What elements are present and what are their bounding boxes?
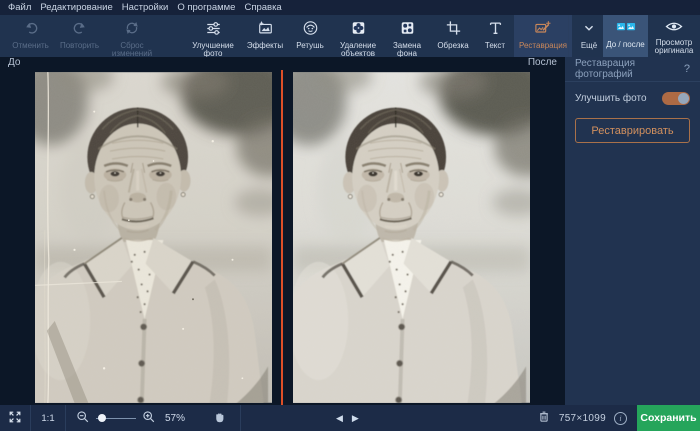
reset-icon <box>124 20 140 39</box>
history-group: Отменить Повторить Сброс изменений <box>0 15 160 58</box>
panel-header: Реставрация фотографий ? <box>565 57 700 82</box>
enhance-photo-label: Улучшить фото <box>575 92 647 104</box>
photo-before[interactable] <box>35 70 272 405</box>
before-after-divider[interactable] <box>281 70 283 405</box>
tool-text[interactable]: Текст <box>476 15 514 57</box>
tool-retouch-label: Ретушь <box>296 40 324 50</box>
before-after-icon <box>616 20 636 38</box>
prev-photo-button[interactable]: ◀ <box>336 413 343 424</box>
tool-restoration[interactable]: Реставрация <box>514 15 572 57</box>
canvas-area: До После <box>0 57 565 405</box>
undo-icon <box>23 20 39 39</box>
reset-changes-button[interactable]: Сброс изменений <box>104 15 160 58</box>
toolbar: Отменить Повторить Сброс изменений Улучш… <box>0 15 700 58</box>
undo-button[interactable]: Отменить <box>6 15 55 57</box>
crop-icon <box>445 20 462 39</box>
fit-to-screen-icon <box>8 410 22 427</box>
hand-tool-button[interactable] <box>204 405 234 431</box>
next-photo-button[interactable]: ▶ <box>352 413 359 424</box>
enhance-photo-row: Улучшить фото <box>565 82 700 114</box>
photo-navigation: ◀ ▶ <box>336 405 359 431</box>
restoration-icon <box>534 20 552 39</box>
save-button[interactable]: Сохранить <box>637 405 700 431</box>
photo-editor-window: Файл Редактирование Настройки О программ… <box>0 0 700 431</box>
view-original-label: Просмотр оригинала <box>654 37 694 55</box>
zoom-slider[interactable] <box>96 413 136 423</box>
enhance-photo-toggle[interactable] <box>662 91 690 105</box>
undo-label: Отменить <box>12 40 49 50</box>
statusbar-right: 757×1099 i <box>537 405 637 431</box>
eye-icon <box>665 20 683 36</box>
tool-object-removal[interactable]: Удаление объектов <box>332 15 384 58</box>
toggle-knob <box>678 92 689 104</box>
tool-background-replace-label: Замена фона <box>392 40 422 58</box>
hand-icon <box>213 410 226 427</box>
tool-effects-label: Эффекты <box>246 40 284 50</box>
photo-after[interactable] <box>293 70 530 405</box>
zoom-out-button[interactable] <box>76 410 90 427</box>
info-button[interactable]: i <box>614 411 627 425</box>
adjustments-icon <box>205 20 222 39</box>
help-button[interactable]: ? <box>684 63 690 75</box>
object-removal-icon <box>350 20 367 39</box>
zoom-in-button[interactable] <box>142 410 156 427</box>
tool-background-replace[interactable]: Замена фона <box>384 15 430 58</box>
menubar: Файл Редактирование Настройки О программ… <box>0 0 700 15</box>
tool-retouch[interactable]: Ретушь <box>288 15 332 57</box>
tool-crop-label: Обрезка <box>437 40 469 50</box>
zoom-slider-handle[interactable] <box>98 414 106 422</box>
tools-group: Улучшение фото Эффекты Ретушь Удаление о… <box>184 15 606 58</box>
actual-size-button[interactable]: 1:1 <box>31 405 65 431</box>
menu-item-help[interactable]: Справка <box>244 2 281 13</box>
background-replace-icon <box>399 20 416 39</box>
tool-enhance-photo[interactable]: Улучшение фото <box>184 15 242 58</box>
after-label: После <box>527 57 557 68</box>
menu-item-settings[interactable]: Настройки <box>122 2 169 13</box>
restoration-panel: Реставрация фотографий ? Улучшить фото Р… <box>565 57 700 405</box>
zoom-level: 57% <box>164 412 185 424</box>
redo-label: Повторить <box>59 40 100 50</box>
reset-changes-label: Сброс изменений <box>111 40 153 58</box>
view-original-button[interactable]: Просмотр оригинала <box>648 15 700 57</box>
statusbar-separator <box>240 405 241 431</box>
view-group: До / после Просмотр оригинала <box>568 15 700 57</box>
zoom-controls: 57% <box>66 410 198 427</box>
tool-text-label: Текст <box>484 40 506 50</box>
tool-enhance-photo-label: Улучшение фото <box>192 40 234 58</box>
delete-button[interactable] <box>537 409 551 427</box>
statusbar: 1:1 57% ◀ ▶ 757×1099 i Сохранить <box>0 405 700 431</box>
image-dimensions: 757×1099 <box>558 412 606 424</box>
effects-icon <box>257 20 274 39</box>
tool-object-removal-label: Удаление объектов <box>339 40 377 58</box>
menu-item-about[interactable]: О программе <box>177 2 235 13</box>
text-icon <box>487 20 504 39</box>
before-after-label: До / после <box>606 39 645 49</box>
redo-icon <box>72 20 88 39</box>
tool-restoration-label: Реставрация <box>519 40 567 50</box>
restore-button[interactable]: Реставрировать <box>575 118 690 143</box>
panel-title: Реставрация фотографий <box>575 58 635 80</box>
before-after-button[interactable]: До / после <box>603 15 648 57</box>
redo-button[interactable]: Повторить <box>55 15 104 57</box>
retouch-face-icon <box>302 20 319 39</box>
menu-item-file[interactable]: Файл <box>8 2 31 13</box>
fit-to-screen-button[interactable] <box>0 405 30 431</box>
tool-crop[interactable]: Обрезка <box>430 15 476 57</box>
tool-effects[interactable]: Эффекты <box>242 15 288 57</box>
menu-item-edit[interactable]: Редактирование <box>40 2 112 13</box>
before-label: До <box>8 57 21 68</box>
